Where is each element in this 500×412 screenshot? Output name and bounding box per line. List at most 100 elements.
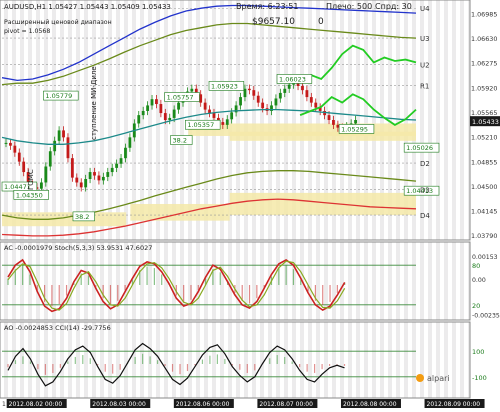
- pivot-label-d2: D2: [420, 160, 430, 168]
- candle-body: [159, 104, 163, 114]
- candle-body: [256, 95, 260, 103]
- osc1-axis-tick: 0.00153: [472, 254, 498, 261]
- price-axis-tick: 1.04500: [471, 183, 497, 191]
- candle-body: [128, 137, 132, 148]
- osc2-title: AO -0.0024853 CCI(14) -29.7756: [4, 324, 111, 332]
- price-axis-tick: 1.06630: [471, 35, 497, 43]
- price-label-text: 1.05357: [187, 121, 214, 129]
- pivot-label: pivot = 1.0568: [4, 28, 50, 35]
- candle-body: [163, 113, 167, 120]
- price-axis-tick: 1.05210: [471, 134, 497, 142]
- candle-body: [239, 97, 242, 106]
- candle-body: [106, 172, 110, 177]
- x-axis-label: 2012.08.07 00:00: [259, 401, 313, 408]
- candle-body: [13, 145, 17, 153]
- candle-body: [247, 88, 251, 91]
- candle-body: [274, 98, 278, 106]
- price-axis-tick: 1.05565: [471, 109, 497, 117]
- candle-body: [40, 182, 43, 189]
- x-axis-label: 2012.08.03 00:00: [92, 401, 146, 408]
- candle-body: [221, 122, 225, 125]
- candle-body: [97, 175, 101, 181]
- candle-body: [283, 88, 287, 93]
- candle-body: [141, 110, 145, 116]
- pivot-label-d4: D4: [420, 212, 430, 220]
- price-label-text: 1.05026: [406, 144, 433, 152]
- candle-body: [62, 130, 65, 138]
- candle-body: [57, 130, 61, 141]
- price-label-text: 1.05295: [341, 125, 368, 133]
- candle-body: [309, 97, 313, 103]
- price-axis-tick: 1.06275: [471, 60, 497, 68]
- osc1-axis-tick: -0.00235: [472, 312, 500, 319]
- candle-body: [17, 152, 21, 162]
- osc1-axis-tick: 0.00: [472, 277, 486, 284]
- subtitle-text: Расширенный ценовой диапазон: [4, 18, 112, 26]
- candle-body: [93, 172, 96, 176]
- osc1-title: AC -0.0001979 Stoch(5,3,3) 53.9531 47.60…: [4, 244, 152, 252]
- balance-text: $9657.10: [252, 17, 295, 27]
- candle-body: [9, 142, 12, 146]
- support-zone-4: [229, 131, 416, 141]
- price-label-text: 38.2: [75, 213, 89, 221]
- pivot-label-u3: U3: [420, 35, 430, 43]
- candle-body: [177, 102, 180, 110]
- vertical-label-middle: ступление МИ-Диле: [90, 66, 98, 140]
- candle-body: [119, 158, 123, 164]
- x-axis-label: 2012.08.09 00:00: [427, 401, 481, 408]
- alpari-logo: alpari: [416, 374, 450, 383]
- symbol-header: AUDUSD,H1 1.05427 1.05443 1.05409 1.0543…: [4, 3, 171, 11]
- alpari-logo-text: alpari: [427, 374, 450, 383]
- candle-body: [332, 120, 335, 125]
- price-axis-tick: 1.05920: [471, 84, 497, 92]
- candle-body: [172, 109, 176, 118]
- candle-body: [287, 84, 291, 89]
- leverage-text: Плечо: 500: [326, 2, 372, 11]
- candle-body: [110, 167, 114, 173]
- oscillator-2-frame: [0, 321, 471, 399]
- candle-body: [88, 172, 92, 179]
- terminal-chart-window: 1.05779 1.05757 1.05923 1.05357 1.06023 1.052…: [0, 0, 500, 408]
- candle-body: [252, 90, 256, 96]
- support-zone-2: [229, 192, 416, 216]
- x-axis-label: 2012.08.06 00:00: [176, 401, 230, 408]
- price-axis-tick: 1.04855: [471, 158, 497, 166]
- price-label-text: 1.04350: [16, 191, 43, 199]
- price-axis-tick: 1.06985: [471, 10, 497, 18]
- candle-body: [4, 142, 8, 144]
- x-axis-label: 2012.08.02 00:00: [9, 401, 63, 408]
- candle-body: [101, 176, 105, 181]
- vertical-label-left: ГОМС: [27, 169, 35, 190]
- pivot-label-u4: U4: [420, 5, 430, 13]
- candle-body: [212, 113, 216, 118]
- candle-body: [305, 90, 309, 98]
- spread-text: Спрд: 30: [375, 2, 412, 11]
- oscillator-1-frame: [0, 241, 471, 321]
- support-zone-0: [2, 212, 127, 227]
- candle-body: [168, 117, 172, 120]
- candle-body: [124, 147, 127, 159]
- candle-body: [66, 137, 70, 159]
- candle-body: [327, 115, 331, 120]
- price-label-text: 1.05757: [167, 93, 194, 101]
- candle-body: [278, 92, 282, 99]
- price-axis-tick: 1.03790: [471, 232, 497, 240]
- current-price-text: 1.05433: [472, 118, 499, 126]
- candle-body: [115, 163, 119, 168]
- chart-svg: 1.05779 1.05757 1.05923 1.05357 1.06023 1.052…: [0, 0, 500, 408]
- x-axis-label: 2012.08.08 00:00: [343, 401, 397, 408]
- pivot-label-d3: D3: [420, 186, 430, 194]
- candle-body: [137, 115, 141, 124]
- profit-text: 0: [318, 17, 324, 27]
- candle-body: [22, 161, 26, 173]
- candle-body: [301, 85, 304, 91]
- price-label-text: 1.05779: [45, 92, 72, 100]
- candle-body: [79, 182, 83, 188]
- pivot-label-r1: R1: [420, 82, 429, 90]
- candle-body: [230, 112, 234, 120]
- candle-body: [48, 151, 52, 167]
- osc1-level-label: 20: [472, 302, 480, 310]
- osc2-level-label: -100: [472, 374, 487, 382]
- candle-body: [75, 177, 79, 183]
- osc1-level-label: 80: [472, 262, 480, 270]
